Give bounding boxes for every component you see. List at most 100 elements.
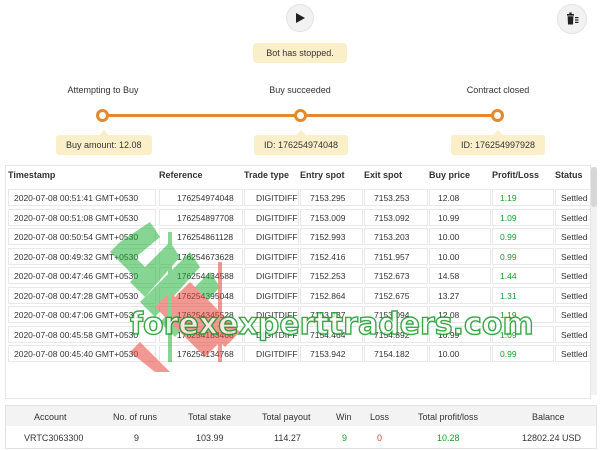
entry-spot-cell: 7153.295 [310,193,346,203]
status-cell: Settled [561,310,588,320]
table-row[interactable]: 2020-07-08 00:49:32 GMT+0530 176254673628… [6,247,590,267]
flow-node [96,109,109,122]
profit-loss-cell: 1.19 [500,193,517,203]
column-header: Buy price [429,170,471,180]
trade-type-cell: DIGITDIFF [256,212,298,223]
table-row[interactable]: 2020-07-08 00:47:46 GMT+0530 176254434588… [6,266,590,286]
run-bot-button[interactable] [286,4,314,32]
play-icon [296,13,305,23]
total-profit-loss: 10.28 [437,433,460,443]
trade-type-cell: DIGITDIFF [256,251,298,262]
status-cell: Settled [561,193,588,203]
buy-price-cell: 12.08 [438,193,460,203]
status-cell: Settled [561,271,588,281]
summary-column-header: No. of runs [113,412,158,422]
buy-price-cell: 10.99 [438,212,460,223]
buy-price-cell: 14.58 [438,271,460,281]
trade-type-cell: DIGITDIFF [256,349,298,359]
reference-cell: 176254673628 [177,251,234,262]
summary-column-header: Loss [370,412,390,422]
account-id: VRTC3063300 [24,433,84,443]
timestamp-cell: 2020-07-08 00:50:54 GMT+0530 [14,232,139,242]
profit-loss-cell: 0.99 [500,251,517,262]
loss-count: 0 [377,433,383,443]
table-row[interactable]: 2020-07-08 00:45:40 GMT+0530 176254134768… [6,344,590,364]
flow-step-label: Attempting to Buy [67,85,139,95]
trade-type-cell: DIGITDIFF [256,271,298,281]
reference-cell: 176254395048 [177,290,234,301]
flow-step-label: Contract closed [466,85,530,95]
status-cell: Settled [561,251,588,262]
profit-loss-cell: 1.44 [500,271,517,281]
column-header: Status [555,170,583,180]
summary-column-header: Account [34,412,67,422]
reference-cell: 176254861128 [177,232,234,242]
table-scrollbar[interactable] [591,167,597,395]
timestamp-cell: 2020-07-08 00:51:08 GMT+0530 [14,212,139,223]
flow-node [491,109,504,122]
table-header: Timestamp Reference Trade type Entry spo… [6,166,590,186]
table-row[interactable]: 2020-07-08 00:50:54 GMT+0530 176254861128… [6,227,590,247]
status-cell: Settled [561,212,588,223]
buy-price-cell: 10.00 [438,349,460,359]
entry-spot-cell: 7153.009 [310,212,346,223]
reference-cell: 176254897708 [177,212,234,223]
timestamp-cell: 2020-07-08 00:47:46 GMT+0530 [14,271,139,281]
timestamp-cell: 2020-07-08 00:47:28 GMT+0530 [14,290,139,301]
watermark-text: forexexperttraders.com [129,306,534,342]
flow-bubble: Buy amount: 12.08 [56,130,152,155]
summary-column-header: Balance [532,412,565,422]
trade-type-cell: DIGITDIFF [256,290,298,301]
status-cell: Settled [561,349,588,359]
summary-table: Account No. of runs Total stake Total pa… [5,405,597,449]
scrollbar-thumb[interactable] [591,167,597,207]
flow-node [294,109,307,122]
clear-stats-button[interactable] [557,4,587,34]
exit-spot-cell: 7153.203 [374,232,410,242]
profit-loss-cell: 1.31 [500,290,517,301]
column-header: Exit spot [364,170,403,180]
transactions-table[interactable]: Timestamp Reference Trade type Entry spo… [5,165,591,399]
runs-count: 9 [134,433,140,443]
summary-column-header: Total stake [188,412,232,422]
trade-type-cell: DIGITDIFF [256,232,298,242]
timestamp-cell: 2020-07-08 00:47:06 GMT+0530 [14,310,139,320]
reference-cell: 176254974048 [177,193,234,203]
table-row[interactable]: 2020-07-08 00:51:41 GMT+0530 176254974048… [6,188,590,208]
column-header: Entry spot [300,170,345,180]
profit-loss-cell: 1.09 [500,212,517,223]
exit-spot-cell: 7154.182 [374,349,410,359]
status-cell: Settled [561,290,588,301]
summary-column-header: Total profit/loss [418,412,479,422]
flow-bubble: ID: 176254974048 [254,130,349,155]
entry-spot-cell: 7152.253 [310,271,346,281]
column-header: Profit/Loss [492,170,540,180]
table-row[interactable]: 2020-07-08 00:51:08 GMT+0530 176254897708… [6,208,590,228]
total-payout: 114.27 [274,433,301,443]
exit-spot-cell: 7152.673 [374,271,410,281]
flow-bubble: ID: 176254997928 [451,130,546,155]
buy-price-cell: 13.27 [438,290,460,301]
timestamp-cell: 2020-07-08 00:49:32 GMT+0530 [14,251,139,262]
exit-spot-cell: 7153.092 [374,212,410,223]
exit-spot-cell: 7152.675 [374,290,410,301]
timestamp-cell: 2020-07-08 00:51:41 GMT+0530 [14,193,139,203]
summary-header: Account No. of runs Total stake Total pa… [6,406,596,426]
trade-type-cell: DIGITDIFF [256,193,298,203]
profit-loss-cell: 0.99 [500,349,517,359]
bot-status-badge: Bot has stopped. [253,43,347,63]
table-row[interactable]: 2020-07-08 00:47:28 GMT+0530 176254395048… [6,286,590,306]
status-cell: Settled [561,232,588,242]
reference-cell: 176254134768 [177,349,234,359]
clear-stats-icon [567,12,579,25]
exit-spot-cell: 7151.957 [374,251,410,262]
buy-price-cell: 10.00 [438,251,460,262]
balance: 12802.24 USD [522,433,582,443]
profit-loss-cell: 0.99 [500,232,517,242]
exit-spot-cell: 7153.253 [374,193,410,203]
total-stake: 103.99 [196,433,224,443]
summary-column-header: Total payout [262,412,311,422]
column-header: Timestamp [8,170,56,180]
entry-spot-cell: 7152.864 [310,290,346,301]
reference-cell: 176254434588 [177,271,234,281]
